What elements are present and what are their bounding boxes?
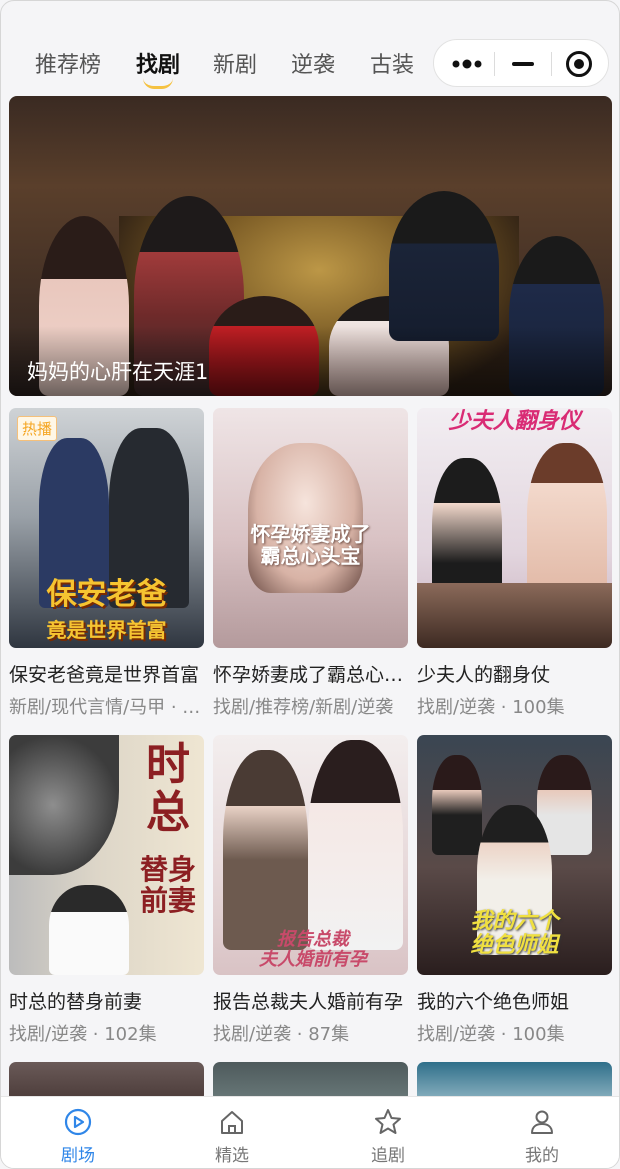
tab-comeback[interactable]: 逆袭 (291, 47, 335, 79)
active-tab-indicator (143, 78, 173, 89)
nav-profile[interactable]: 我的 (465, 1097, 619, 1168)
poster-title-text: 少夫人翻身仪 (448, 409, 581, 434)
app-frame: 推荐榜 找剧 新剧 逆袭 古装 妈妈的心肝在天涯1 保安老爸 竟是世界首富 热播… (0, 0, 620, 1169)
drama-meta: 找剧/推荐榜/新剧/逆袭 (213, 697, 394, 718)
home-icon (221, 1111, 243, 1134)
poster-title-text: 报告总裁 夫人婚前有孕 (259, 929, 367, 970)
play-circle-icon (64, 1108, 92, 1136)
drama-poster: 时总 替身 前妻 (9, 735, 204, 975)
tab-label: 新剧 (213, 53, 258, 78)
drama-title: 我的六个绝色师姐 (417, 991, 570, 1013)
more-button[interactable] (438, 40, 496, 88)
tab-label: 逆袭 (291, 53, 336, 78)
nav-label: 剧场 (61, 1146, 95, 1166)
tab-find-drama[interactable]: 找剧 (136, 47, 181, 89)
user-icon (531, 1110, 553, 1134)
banner-caption: 妈妈的心肝在天涯1 (27, 360, 209, 384)
drama-meta: 新剧/现代言情/马甲 · 80集 (9, 697, 204, 718)
hot-badge: 热播 (17, 416, 58, 441)
minimize-button[interactable] (494, 40, 552, 88)
poster-figure (432, 755, 482, 855)
tab-label: 古装 (370, 53, 415, 78)
bottom-navigation: 剧场 精选 追剧 我的 (1, 1096, 619, 1168)
drama-meta: 找剧/逆袭 · 100集 (417, 697, 565, 718)
drama-poster: 少夫人翻身仪 (417, 408, 612, 648)
poster-figure (308, 740, 403, 950)
drama-title: 报告总裁夫人婚前有孕 (213, 991, 404, 1013)
poster-figure (248, 443, 363, 593)
poster-figure (49, 885, 129, 975)
miniprogram-capsule (433, 39, 609, 87)
more-dots-icon (452, 59, 482, 69)
banner-figure (389, 191, 499, 341)
poster-figure (527, 443, 607, 603)
drama-poster: 我的六个 绝色师姐 (417, 735, 612, 975)
close-miniprogram-button[interactable] (550, 40, 608, 88)
drama-title: 少夫人的翻身仗 (417, 664, 551, 686)
poster-figure (9, 735, 119, 875)
tab-recommend[interactable]: 推荐榜 (35, 47, 101, 79)
drama-poster: 怀孕娇妻成了 霸总心头宝 (213, 408, 408, 648)
featured-banner[interactable]: 妈妈的心肝在天涯1 (9, 96, 612, 396)
drama-poster: 保安老爸 竟是世界首富 (9, 408, 204, 648)
drama-meta: 找剧/逆袭 · 100集 (417, 1024, 565, 1045)
nav-following[interactable]: 追剧 (311, 1097, 465, 1168)
nav-featured[interactable]: 精选 (155, 1097, 309, 1168)
category-tabs: 推荐榜 找剧 新剧 逆袭 古装 (1, 37, 431, 93)
tab-costume[interactable]: 古装 (370, 47, 414, 79)
poster-title-text: 替身 前妻 (139, 853, 196, 917)
poster-title-text: 时总 (146, 739, 190, 839)
tab-new[interactable]: 新剧 (213, 47, 257, 79)
drama-poster: 报告总裁 夫人婚前有孕 (213, 735, 408, 975)
tab-label: 推荐榜 (35, 53, 102, 78)
drama-title: 时总的替身前妻 (9, 991, 143, 1013)
drama-meta: 找剧/逆袭 · 87集 (213, 1024, 350, 1045)
poster-title-text: 保安老爸 竟是世界首富 (46, 577, 167, 642)
star-icon (375, 1109, 401, 1134)
poster-figure (223, 750, 308, 950)
poster-title-text: 怀孕娇妻成了 霸总心头宝 (250, 522, 371, 568)
poster-title-text: 我的六个 绝色师姐 (470, 909, 559, 959)
nav-label: 我的 (525, 1146, 559, 1166)
nav-label: 精选 (215, 1146, 249, 1166)
minimize-icon (512, 62, 534, 66)
drama-title: 怀孕娇妻成了霸总心头宝 (213, 664, 408, 686)
nav-theater[interactable]: 剧场 (1, 1097, 155, 1168)
target-circle-icon (566, 51, 592, 77)
drama-meta: 找剧/逆袭 · 102集 (9, 1024, 157, 1045)
nav-label: 追剧 (371, 1146, 405, 1166)
tab-label: 找剧 (136, 53, 181, 78)
poster-figure (417, 583, 612, 648)
drama-title: 保安老爸竟是世界首富 (9, 664, 200, 686)
